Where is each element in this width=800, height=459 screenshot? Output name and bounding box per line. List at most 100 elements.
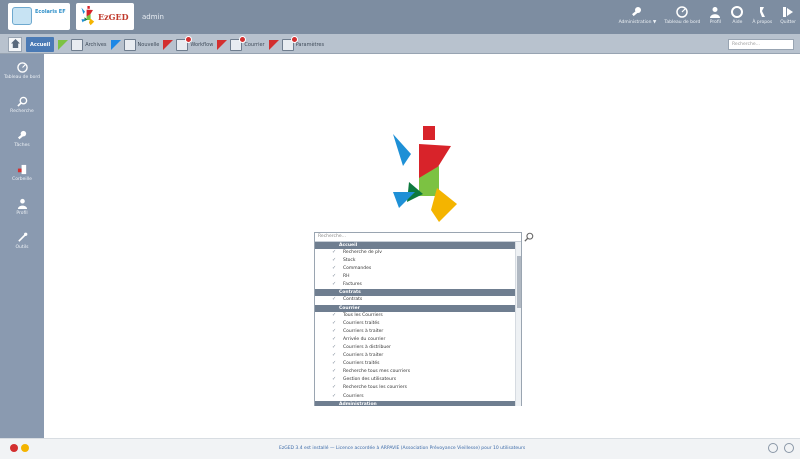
dropdown-item-label: Tous les Courriers: [343, 312, 383, 318]
tab-accueil[interactable]: Accueil: [26, 37, 55, 52]
search-icon: [16, 96, 28, 108]
check-icon: ✓: [332, 392, 337, 399]
dashboard-label: Tableau de bord: [664, 20, 701, 25]
current-user: admin: [142, 13, 164, 21]
dropdown-item[interactable]: ✓ Courriers à traiter: [315, 328, 516, 336]
tab-courrier[interactable]: Courrier: [217, 35, 265, 52]
dropdown-item[interactable]: ✓ Tous les Courriers: [315, 312, 516, 320]
sidebar-item-profil[interactable]: Profil: [0, 190, 44, 224]
dropdown-item-label: Commandes: [343, 266, 372, 272]
about-button[interactable]: À propos: [752, 2, 772, 26]
notification-badge: [185, 35, 193, 43]
header-actions: Administration ▼ Tableau de bord Profil …: [611, 2, 796, 32]
quit-button[interactable]: Quitter: [780, 2, 796, 26]
notification-badge: [239, 35, 247, 43]
tab-home[interactable]: [8, 37, 22, 52]
global-search-input[interactable]: Recherche...: [728, 39, 794, 50]
check-icon: ✓: [332, 249, 337, 255]
tab-parametres[interactable]: Paramètres: [268, 35, 325, 52]
dropdown-item-label: Courriers: [343, 393, 364, 399]
dropdown-item-label: Factures: [343, 282, 362, 288]
dropdown-item[interactable]: ✓ Stock: [315, 257, 516, 265]
info-icon[interactable]: [768, 443, 778, 453]
administration-label: Administration ▼: [618, 20, 657, 25]
tangram-logo-icon: [393, 126, 457, 222]
company-logo[interactable]: Ecolaris EF: [8, 3, 70, 30]
check-icon: ✓: [332, 376, 337, 383]
dropdown-item-label: Recherche de plv: [343, 250, 382, 255]
dashboard-button[interactable]: Tableau de bord: [664, 2, 700, 26]
quit-label: Quitter: [780, 20, 796, 25]
check-icon: ✓: [332, 281, 337, 288]
home-icon: [10, 39, 20, 50]
dropdown-item[interactable]: ✓ Courriers à traiter: [315, 352, 516, 360]
dropdown-item[interactable]: ✓ Factures: [315, 281, 516, 289]
dropdown-item[interactable]: ✓ Recherche tous les courriers: [315, 384, 516, 392]
dropdown-item[interactable]: ✓ Recherche tous mes courriers: [315, 368, 516, 376]
dropdown-item[interactable]: ✓ RH: [315, 273, 516, 281]
workflow-icon: [176, 35, 193, 51]
dropdown-item[interactable]: ✓ Courriers traités: [315, 320, 516, 328]
help-button[interactable]: Aide: [730, 2, 744, 26]
dropdown-item[interactable]: ✓ Arrivée du courrier: [315, 336, 516, 344]
sidebar-item-taches[interactable]: Tâches: [0, 122, 44, 156]
tab-workflow-label: Workflow: [190, 41, 214, 48]
tab-nouvelle[interactable]: Nouvelle: [110, 37, 160, 52]
flag-icon: [163, 39, 174, 50]
app-logo[interactable]: EzGED: [76, 3, 134, 30]
dropdown-scrollbar[interactable]: [515, 242, 521, 406]
user-icon: [708, 5, 722, 19]
sidebar-item-tableau[interactable]: Tableau de bord: [0, 54, 44, 88]
about-label: À propos: [752, 20, 773, 25]
expand-icon[interactable]: [784, 443, 794, 453]
sidebar-item-label: Recherche: [10, 108, 34, 114]
profile-button[interactable]: Profil: [708, 2, 722, 26]
dropdown-item[interactable]: ✓ Recherche de plv: [315, 249, 516, 257]
sidebar-item-label: Profil: [16, 210, 28, 216]
tab-parametres-label: Paramètres: [295, 41, 325, 48]
company-logo-text: Ecolaris EF: [35, 9, 66, 15]
left-sidebar: Tableau de bord Recherche Tâches Corbeil…: [0, 54, 44, 438]
gauge-icon: [675, 5, 689, 19]
dropdown-group-header: Courrier: [315, 304, 516, 312]
sidebar-item-corbeille[interactable]: Corbeille: [0, 156, 44, 190]
tab-nouvelle-label: Nouvelle: [137, 41, 160, 48]
check-icon: ✓: [332, 311, 337, 318]
sidebar-item-recherche[interactable]: Recherche: [0, 88, 44, 122]
search-icon[interactable]: [524, 232, 534, 242]
footer-actions: [762, 443, 794, 453]
mail-icon: [230, 35, 247, 51]
sidebar-item-outils[interactable]: Outils: [0, 224, 44, 258]
sidebar-item-label: Corbeille: [12, 176, 32, 182]
status-dot-icon: [10, 444, 18, 452]
tab-archives-label: Archives: [85, 41, 107, 48]
dropdown-item[interactable]: ✓ Gestion des utilisateurs: [315, 376, 516, 384]
dropdown-item[interactable]: ✓ Contrats: [315, 296, 516, 304]
tab-accueil-label: Accueil: [30, 41, 51, 48]
dropdown-item[interactable]: ✓ Courriers traités: [315, 360, 516, 368]
company-logo-icon: [12, 7, 32, 25]
settings-icon: [281, 35, 298, 51]
scrollbar-thumb[interactable]: [517, 256, 521, 308]
dropdown-item-label: Recherche tous les courriers: [343, 385, 407, 391]
tasks-icon: [16, 130, 28, 142]
tab-workflow[interactable]: Workflow: [163, 35, 214, 52]
status-dot-icon: [21, 444, 29, 452]
dropdown-item-label: Stock: [343, 258, 356, 264]
dropdown-group-header: Contrats: [315, 289, 516, 297]
about-icon: [755, 5, 769, 19]
search-dropdown: Recherche... Accueil ✓ Recherche de plv ✓ St…: [314, 232, 522, 406]
tab-archives[interactable]: Archives: [58, 37, 107, 52]
dropdown-item[interactable]: ✓ Courriers à distribuer: [315, 344, 516, 352]
dropdown-item[interactable]: ✓ Courriers: [315, 393, 516, 401]
dropdown-item-label: Courriers à distribuer: [343, 344, 391, 350]
license-message: EzGED 3.4 est installé — Licence accordé…: [279, 446, 526, 451]
flag-icon: [268, 39, 279, 50]
sidebar-item-label: Tâches: [14, 142, 30, 148]
dropdown-item[interactable]: ✓ Commandes: [315, 265, 516, 273]
administration-button[interactable]: Administration ▼: [618, 2, 657, 26]
check-icon: ✓: [332, 327, 337, 334]
check-icon: ✓: [332, 273, 337, 280]
dropdown-item-label: Contrats: [343, 297, 363, 303]
dropdown-search-input[interactable]: Recherche...: [315, 233, 521, 242]
